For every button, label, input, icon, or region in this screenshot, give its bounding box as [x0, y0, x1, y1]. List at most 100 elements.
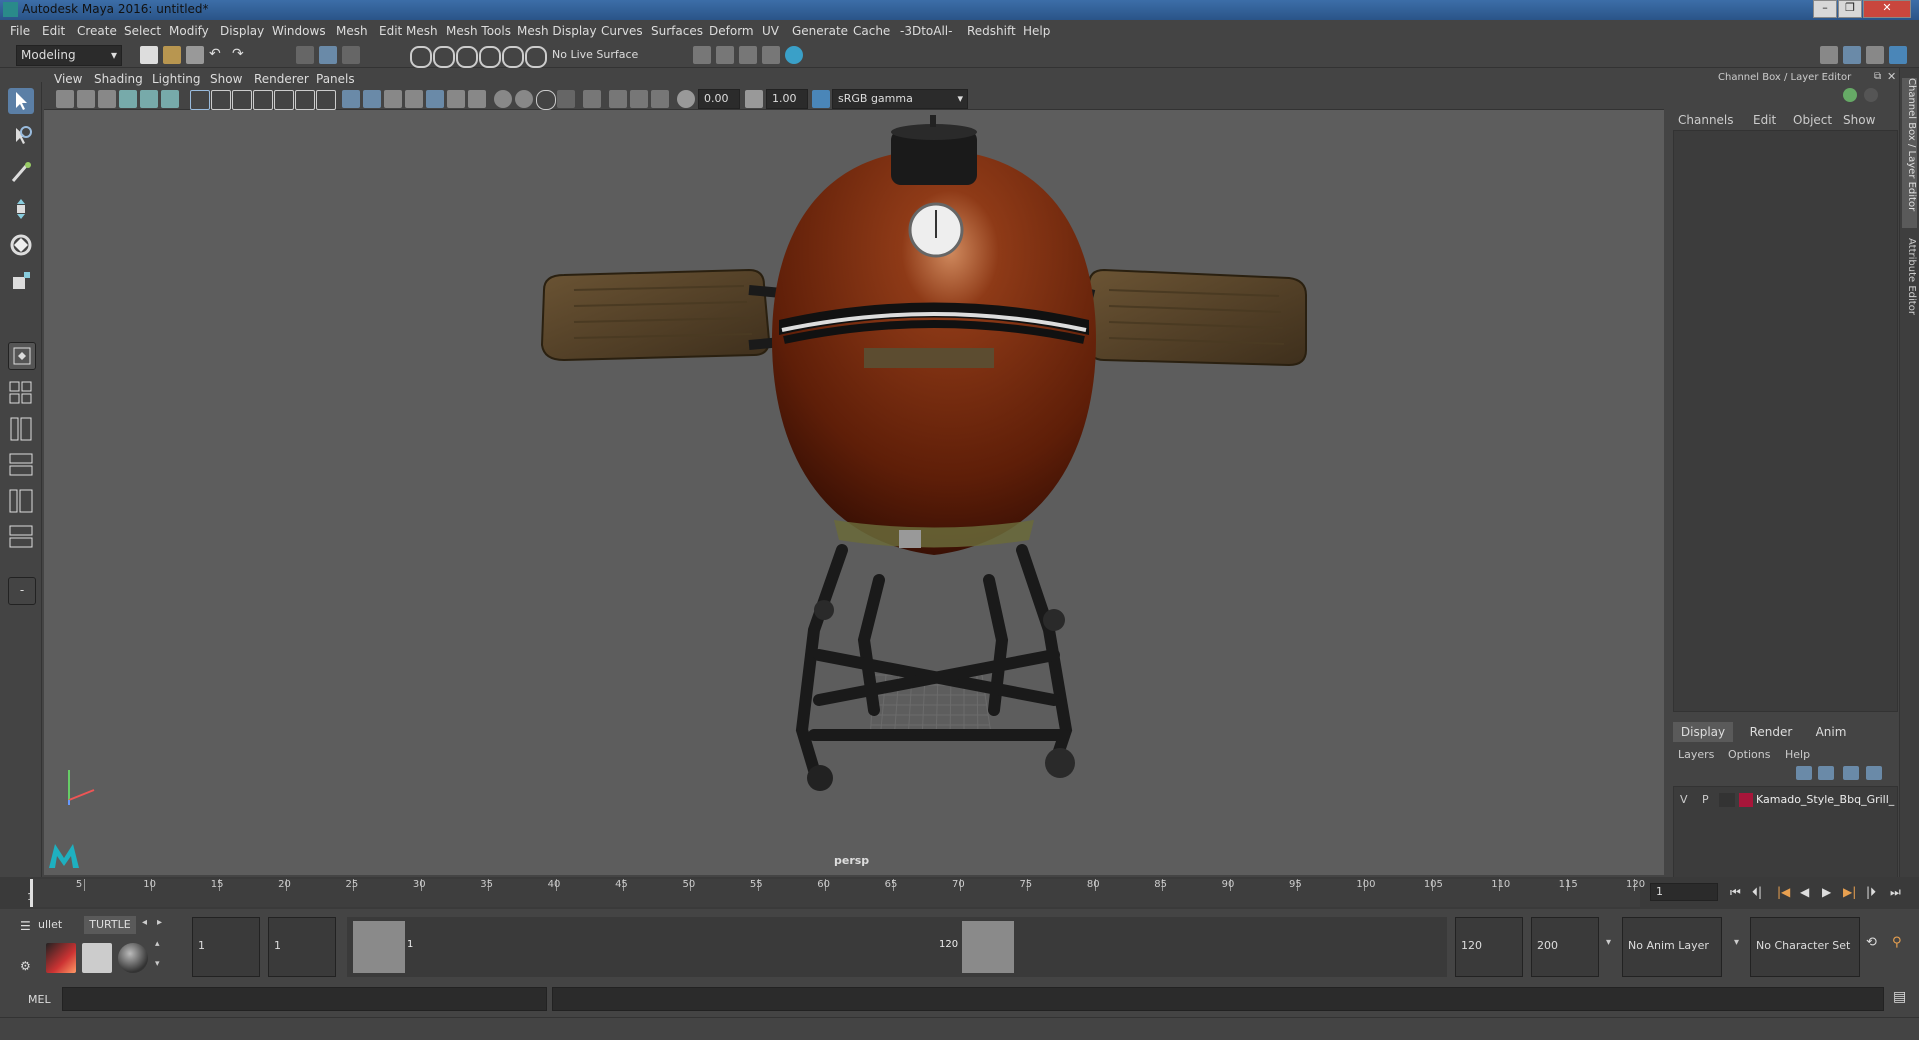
resolution-gate-icon[interactable]	[232, 90, 252, 110]
layer-display-type[interactable]	[1719, 793, 1735, 807]
menu-curves[interactable]: Curves	[601, 24, 643, 38]
save-scene-icon[interactable]	[186, 46, 204, 64]
tab-channel-box-vertical[interactable]: Channel Box / Layer Editor	[1902, 78, 1917, 228]
cb-menu-show[interactable]: Show	[1843, 113, 1875, 127]
snap-projected-center-icon[interactable]	[479, 46, 501, 68]
command-input[interactable]	[62, 987, 547, 1011]
cb-menu-edit[interactable]: Edit	[1753, 113, 1776, 127]
step-back-frame-icon[interactable]: |◀	[1777, 885, 1790, 899]
use-all-lights-icon[interactable]	[447, 90, 465, 108]
tool-settings-toggle-icon[interactable]	[1866, 46, 1884, 64]
anim-layer-dropdown[interactable]: No Anim Layer	[1622, 917, 1722, 977]
animation-start-field[interactable]: 1	[192, 917, 260, 977]
menu-3dtoall[interactable]: -3DtoAll-	[900, 24, 952, 38]
menu-select[interactable]: Select	[124, 24, 161, 38]
persp-graph-layout-icon[interactable]	[8, 452, 34, 478]
playback-start-field[interactable]: 1	[268, 917, 336, 977]
wireframe-on-shaded-icon[interactable]	[384, 90, 402, 108]
menu-edit[interactable]: Edit	[42, 24, 65, 38]
new-empty-layer-icon[interactable]	[1843, 766, 1859, 780]
shelf-menu-icon[interactable]: ☰	[20, 919, 31, 933]
select-hierarchy-icon[interactable]	[296, 46, 314, 64]
color-management-icon[interactable]	[812, 90, 830, 108]
layer-name[interactable]: Kamado_Style_Bbq_Grill_	[1756, 793, 1894, 806]
playback-end-field[interactable]: 120	[1455, 917, 1523, 977]
menu-mesh[interactable]: Mesh	[336, 24, 368, 38]
depth-of-field-icon[interactable]	[557, 90, 575, 108]
anim-layer-chevron-icon[interactable]: ▾	[1734, 937, 1739, 948]
script-editor-icon[interactable]: ▤	[1893, 989, 1906, 1005]
current-frame-field[interactable]: 1	[1650, 883, 1718, 901]
gate-mask-icon[interactable]	[253, 90, 273, 110]
vp-menu-renderer[interactable]: Renderer	[254, 72, 309, 86]
menu-display[interactable]: Display	[220, 24, 264, 38]
go-to-start-icon[interactable]: ⏮	[1730, 885, 1741, 900]
channel-box-lock-icon[interactable]	[1864, 88, 1878, 102]
turtle-bake-icon[interactable]	[82, 943, 112, 973]
shelf-scroll-left-icon[interactable]: ◂	[142, 917, 147, 928]
modeling-toolkit-icon[interactable]	[1820, 46, 1838, 64]
move-layer-down-icon[interactable]	[1818, 766, 1834, 780]
vp-menu-lighting[interactable]: Lighting	[152, 72, 201, 86]
render-settings-icon[interactable]	[693, 46, 711, 64]
menu-cache[interactable]: Cache	[853, 24, 890, 38]
exposure-icon[interactable]	[677, 90, 695, 108]
wireframe-icon[interactable]	[342, 90, 360, 108]
minimize-button[interactable]: –	[1813, 0, 1837, 18]
script-language-toggle[interactable]: MEL	[28, 993, 51, 1006]
xray-active-components-icon[interactable]	[630, 90, 648, 108]
camera-attributes-icon[interactable]	[77, 90, 95, 108]
2d-pan-zoom-icon[interactable]	[140, 90, 158, 108]
turtle-render-icon[interactable]	[46, 943, 76, 973]
menu-file[interactable]: File	[10, 24, 30, 38]
redo-icon[interactable]: ↷	[232, 46, 250, 64]
close-button[interactable]: ✕	[1863, 0, 1911, 18]
menu-windows[interactable]: Windows	[272, 24, 326, 38]
menu-create[interactable]: Create	[77, 24, 117, 38]
play-backwards-icon[interactable]: ◀	[1800, 885, 1809, 899]
uv-layout-icon[interactable]	[8, 524, 34, 550]
bookmark-icon[interactable]	[98, 90, 116, 108]
move-layer-up-icon[interactable]	[1796, 766, 1812, 780]
snap-view-plane-icon[interactable]	[502, 46, 524, 68]
backface-culling-icon[interactable]	[651, 90, 669, 108]
vp-menu-panels[interactable]: Panels	[316, 72, 355, 86]
menu-surfaces[interactable]: Surfaces	[651, 24, 703, 38]
turtle-surface-icon[interactable]	[118, 943, 148, 973]
tab-attribute-editor-vertical[interactable]: Attribute Editor	[1902, 238, 1917, 328]
vp-menu-show[interactable]: Show	[210, 72, 242, 86]
close-panel-icon[interactable]: ✕	[1887, 70, 1896, 83]
single-perspective-layout-icon[interactable]	[8, 342, 36, 370]
make-live-icon[interactable]	[525, 46, 547, 68]
snap-curve-icon[interactable]	[433, 46, 455, 68]
vp-menu-shading[interactable]: Shading	[94, 72, 143, 86]
menu-uv[interactable]: UV	[762, 24, 779, 38]
film-gate-icon[interactable]	[211, 90, 231, 110]
paint-select-icon[interactable]	[8, 160, 34, 186]
menu-deform[interactable]: Deform	[709, 24, 754, 38]
channel-box-key-icon[interactable]	[1843, 88, 1857, 102]
channel-list[interactable]	[1673, 130, 1898, 712]
le-menu-options[interactable]: Options	[1728, 748, 1770, 761]
animation-preferences-icon[interactable]: ⚲	[1892, 935, 1902, 950]
field-chart-icon[interactable]	[274, 90, 294, 110]
grid-icon[interactable]	[190, 90, 210, 110]
render-view-icon[interactable]	[716, 46, 734, 64]
safe-action-icon[interactable]	[295, 90, 315, 110]
gamma-icon[interactable]	[745, 90, 763, 108]
undo-icon[interactable]: ↶	[209, 46, 227, 64]
camera-icon[interactable]	[56, 90, 74, 108]
menu-mesh-display[interactable]: Mesh Display	[517, 24, 597, 38]
float-panel-icon[interactable]: ⧉	[1874, 71, 1881, 82]
xray-icon[interactable]	[405, 90, 423, 108]
attribute-editor-toggle-icon[interactable]	[1843, 46, 1861, 64]
time-ruler[interactable]: 1 5 10 15 20 25 30 35 40 45 50 55 60 65 70 75 80 85 90 95 1…	[27, 879, 1645, 907]
select-component-icon[interactable]	[342, 46, 360, 64]
multisample-aa-icon[interactable]	[536, 90, 556, 110]
maximize-button[interactable]: ❐	[1838, 0, 1862, 18]
step-forward-frame-icon[interactable]: ▶|	[1843, 885, 1856, 899]
view-transform-dropdown[interactable]: sRGB gamma ▾	[832, 89, 968, 109]
new-layer-selected-icon[interactable]	[1866, 766, 1882, 780]
menu-help[interactable]: Help	[1023, 24, 1050, 38]
shadows-icon[interactable]	[468, 90, 486, 108]
